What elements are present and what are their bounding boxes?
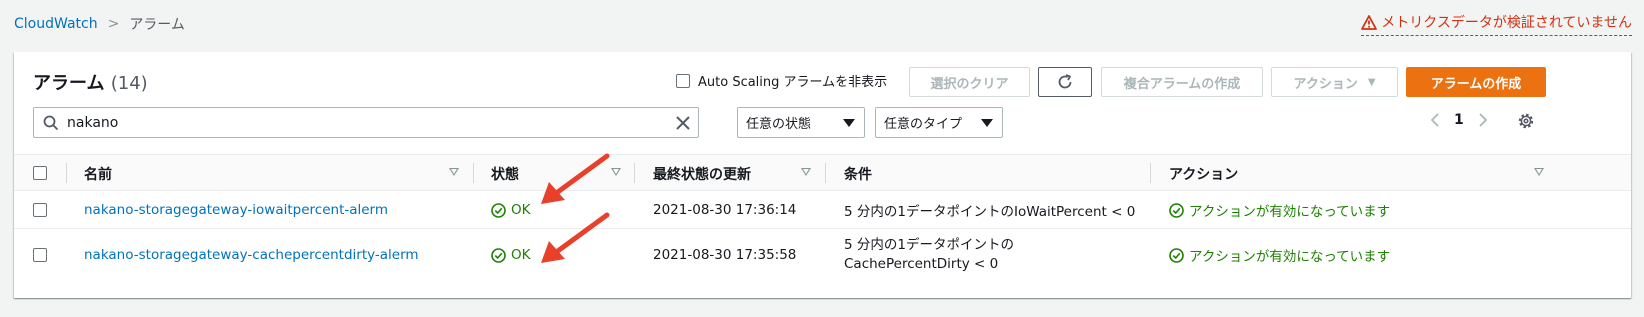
breadcrumb-current: アラーム (129, 17, 185, 33)
column-divider (1150, 163, 1151, 183)
check-circle-icon (1169, 247, 1184, 263)
check-circle-icon (491, 202, 506, 218)
breadcrumb: CloudWatch > アラーム (14, 14, 185, 34)
column-divider (825, 163, 826, 183)
hide-autoscaling-label: Auto Scaling アラームを非表示 (698, 75, 888, 90)
row-checkbox[interactable] (33, 248, 47, 262)
column-header-name[interactable]: 名前 (84, 155, 112, 192)
alarm-name-link[interactable]: nakano-storagegateway-iowaitpercent-aler… (84, 191, 388, 229)
gear-icon[interactable] (1517, 112, 1535, 130)
hide-autoscaling-toggle[interactable]: Auto Scaling アラームを非表示 (676, 71, 887, 90)
state-filter-value: 任意の状態 (746, 117, 812, 132)
status-badge: OK (491, 229, 530, 281)
pagination: 1 (1430, 112, 1488, 128)
refresh-button[interactable] (1038, 67, 1092, 97)
sort-icon[interactable] (449, 168, 459, 176)
annotation-arrow-icon (541, 212, 610, 263)
refresh-icon (1058, 74, 1072, 89)
status-badge: OK (491, 191, 530, 229)
column-divider (634, 163, 635, 183)
create-composite-alarm-button[interactable]: 複合アラームの作成 (1101, 67, 1263, 97)
breadcrumb-separator: > (107, 16, 120, 32)
actions-status-text: アクションが有効になっています (1189, 204, 1391, 220)
type-filter-select[interactable]: 任意のタイプ (875, 107, 1003, 138)
column-header-last-updated[interactable]: 最終状態の更新 (653, 155, 751, 192)
alarm-name-link[interactable]: nakano-storagegateway-cachepercentdirty-… (84, 229, 419, 281)
clear-search-icon[interactable] (674, 114, 692, 132)
table-row[interactable]: nakano-storagegateway-iowaitpercent-aler… (14, 191, 1631, 229)
state-filter-select[interactable]: 任意の状態 (737, 107, 865, 138)
actions-dropdown-button[interactable]: アクション ▼ (1271, 67, 1398, 97)
actions-label: アクション (1293, 76, 1358, 92)
sort-icon[interactable] (801, 168, 811, 176)
check-circle-icon (1169, 202, 1184, 218)
alarm-count: (14) (110, 73, 148, 94)
condition-text: 5 分内の1データポイントのIoWaitPercent < 0 (844, 204, 1136, 220)
column-divider (473, 163, 474, 183)
table-header: 名前 状態 最終状態の更新 条件 アクション (14, 154, 1631, 191)
chevron-down-icon (843, 119, 855, 127)
sort-icon[interactable] (1534, 168, 1544, 176)
state-text: OK (511, 202, 531, 218)
condition-text: 5 分内の1データポイントのCachePercentDirty < 0 (844, 237, 1014, 272)
clear-selection-button[interactable]: 選択のクリア (909, 67, 1030, 97)
previous-page-icon[interactable] (1430, 112, 1440, 128)
page-title: アラーム (14) (33, 69, 148, 95)
breadcrumb-cloudwatch-link[interactable]: CloudWatch (14, 16, 98, 32)
type-filter-value: 任意のタイプ (884, 117, 963, 132)
search-input[interactable] (67, 114, 667, 131)
last-updated: 2021-08-30 17:35:58 (653, 247, 797, 263)
next-page-icon[interactable] (1478, 112, 1488, 128)
alarms-panel: アラーム (14) Auto Scaling アラームを非表示 選択のクリア 複… (14, 52, 1631, 298)
actions-status-text: アクションが有効になっています (1189, 249, 1391, 265)
chevron-down-icon (981, 119, 993, 127)
select-all-checkbox[interactable] (33, 166, 47, 180)
current-page[interactable]: 1 (1454, 112, 1464, 128)
title-text: アラーム (33, 73, 105, 94)
top-bar: CloudWatch > アラーム メトリクスデータが検証されていません (0, 0, 1644, 50)
hide-autoscaling-checkbox[interactable] (676, 73, 690, 88)
state-text: OK (511, 247, 531, 263)
column-divider (66, 163, 67, 183)
create-alarm-button[interactable]: アラームの作成 (1406, 67, 1546, 97)
annotation-arrow-icon (541, 153, 610, 204)
warning-text: メトリクスデータが検証されていません (1381, 15, 1632, 31)
last-updated: 2021-08-30 17:36:14 (653, 202, 797, 218)
actions-status: アクションが有効になっています (1169, 191, 1390, 229)
column-header-state[interactable]: 状態 (491, 155, 519, 192)
caret-down-icon: ▼ (1367, 76, 1376, 88)
check-circle-icon (491, 247, 506, 263)
actions-status: アクションが有効になっています (1169, 229, 1390, 281)
column-header-conditions: 条件 (844, 166, 872, 183)
column-header-actions: アクション (1169, 166, 1239, 183)
search-icon (43, 115, 59, 130)
row-checkbox[interactable] (33, 203, 47, 217)
warning-triangle-icon (1361, 14, 1378, 30)
metrics-warning[interactable]: メトリクスデータが検証されていません (1361, 12, 1632, 36)
table-row[interactable]: nakano-storagegateway-cachepercentdirty-… (14, 229, 1631, 281)
search-box (33, 107, 699, 138)
